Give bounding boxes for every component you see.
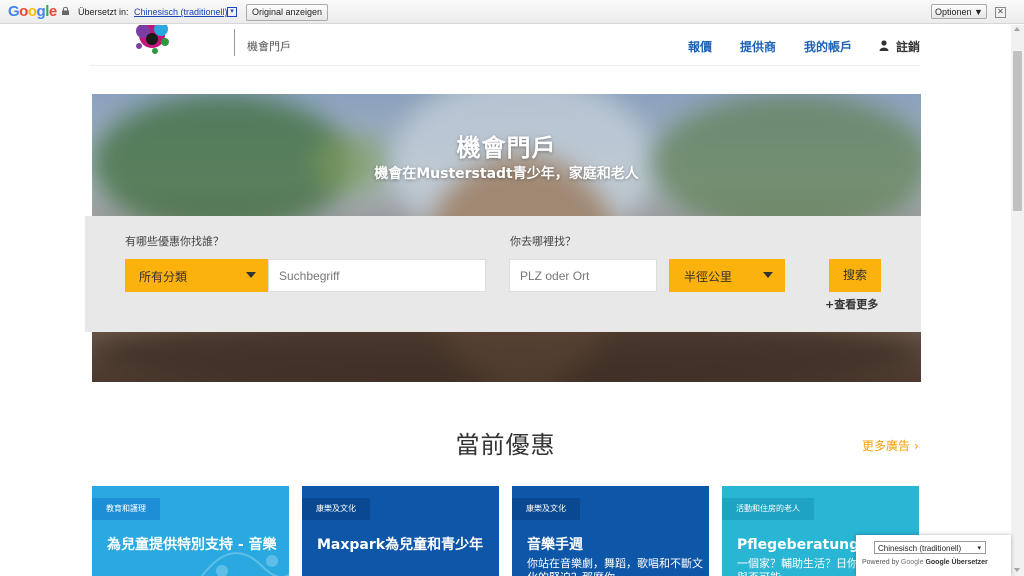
card-title: 音樂手週 — [527, 537, 583, 553]
translated-into-label: Übersetzt in: — [78, 7, 129, 17]
site-logo[interactable] — [130, 25, 180, 57]
show-original-button[interactable]: Original anzeigen — [246, 4, 329, 21]
hero-subtitle: 機會在Musterstadt青少年，家庭和老人 — [374, 166, 639, 182]
offers-title: 當前優惠 — [455, 431, 556, 459]
site-header: 機會門戶 報價 提供商 我的帳戶 註銷 — [90, 25, 920, 66]
google-logo-small: Google — [900, 559, 924, 566]
google-translator-label: Google Übersetzer — [925, 559, 988, 566]
close-icon[interactable]: ✕ — [995, 7, 1006, 18]
chevron-down-icon — [246, 272, 256, 278]
google-translate-bar: Google Übersetzt in: Chinesisch (traditi… — [0, 0, 1024, 24]
card-category-tag: 活動和住房的老人 — [722, 498, 814, 520]
powered-by-google[interactable]: Powered by Google Google Übersetzer — [862, 559, 988, 566]
offer-card[interactable]: 教育和護理 為兒童提供特別支持 - 音樂 — [92, 486, 289, 576]
scroll-up-icon[interactable] — [1014, 27, 1020, 31]
radius-select[interactable]: 半徑公里 — [669, 259, 785, 292]
location-input[interactable] — [509, 259, 657, 292]
chevron-down-icon[interactable]: ▾ — [227, 7, 237, 17]
what-label: 有哪些優惠你找誰？ — [125, 235, 224, 248]
powered-by-label: Powered by — [862, 559, 899, 566]
where-label: 你去哪裡找？ — [510, 235, 576, 248]
chevron-down-icon — [763, 272, 773, 278]
nav-providers[interactable]: 提供商 — [740, 38, 776, 55]
card-description: 你站在音樂劇，舞蹈，歌唱和不斷文化的緊迫？那麼你 — [527, 557, 703, 576]
portal-label: 機會門戶 — [247, 40, 291, 53]
category-value: 所有分類 — [139, 270, 188, 284]
language-select[interactable]: Chinesisch (traditionell) ▾ — [874, 541, 986, 554]
google-logo: Google — [8, 3, 57, 20]
offer-card[interactable]: 康樂及文化 Maxpark為兒童和青少年 — [302, 486, 499, 576]
radius-value: 半徑公里 — [684, 270, 733, 284]
lock-icon — [62, 7, 69, 15]
card-category-tag: 康樂及文化 — [512, 498, 580, 520]
card-title: 為兒童提供特別支持 - 音樂 — [107, 537, 277, 553]
card-title: Maxpark為兒童和青少年 — [317, 537, 484, 553]
scrollbar[interactable] — [1011, 25, 1024, 576]
scroll-down-icon[interactable] — [1014, 568, 1020, 572]
category-select[interactable]: 所有分類 — [125, 259, 268, 292]
card-category-tag: 康樂及文化 — [302, 498, 370, 520]
translation-language-link[interactable]: Chinesisch (traditionell) — [134, 7, 228, 17]
nav-offers[interactable]: 報價 — [688, 38, 712, 55]
scroll-thumb[interactable] — [1013, 51, 1022, 211]
google-translate-widget: Chinesisch (traditionell) ▾ Powered by G… — [856, 535, 1011, 576]
language-select-value: Chinesisch (traditionell) — [878, 544, 962, 553]
hero-title: 機會門戶 — [456, 134, 557, 162]
header-divider — [234, 29, 235, 56]
keyword-input[interactable] — [268, 259, 486, 292]
card-category-tag: 教育和護理 — [92, 498, 160, 520]
options-button[interactable]: Optionen ▼ — [931, 4, 987, 19]
search-panel: 有哪些優惠你找誰？ 你去哪裡找？ 所有分類 半徑公里 搜索 +查看更多 — [85, 216, 921, 332]
search-button[interactable]: 搜索 — [829, 259, 881, 292]
nav-logout[interactable]: 註銷 — [896, 38, 920, 55]
show-more-link[interactable]: +查看更多 — [825, 296, 878, 312]
chevron-down-icon: ▾ — [977, 545, 981, 552]
user-icon — [879, 40, 889, 51]
offer-card[interactable]: 康樂及文化 音樂手週 你站在音樂劇，舞蹈，歌唱和不斷文化的緊迫？那麼你 — [512, 486, 709, 576]
nav-my-account[interactable]: 我的帳戶 — [804, 38, 852, 55]
more-ads-link[interactable]: 更多廣告 › — [862, 437, 919, 454]
